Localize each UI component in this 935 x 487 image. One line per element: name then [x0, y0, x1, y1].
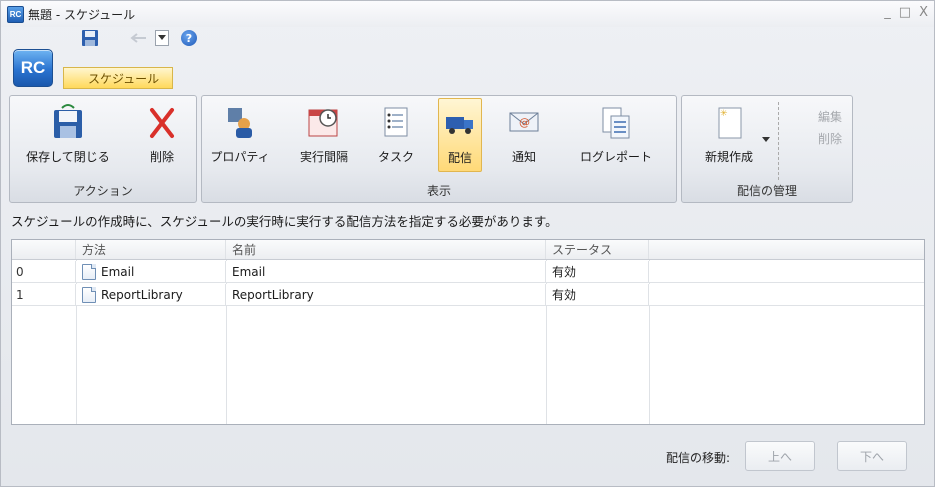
log-report-icon	[598, 104, 634, 140]
group-action-label: アクション	[73, 184, 133, 198]
group-manage-label: 配信の管理	[736, 184, 797, 198]
edit-label: 編集	[817, 109, 842, 124]
row-index: 0	[12, 261, 76, 282]
new-delivery-button[interactable]: ✳ 新規作成	[696, 102, 762, 172]
delivery-truck-icon	[442, 105, 478, 141]
task-list-icon	[378, 104, 414, 140]
log-report-label: ログレポート	[579, 150, 652, 164]
svg-text:✳: ✳	[720, 109, 728, 119]
help-icon[interactable]: ?	[181, 30, 197, 46]
maximize-button[interactable]: □	[899, 5, 911, 20]
quick-access-bar: RC ? スケジュール	[1, 27, 934, 91]
move-delivery-label: 配信の移動:	[666, 451, 731, 465]
group-view: プロパティ 実行間隔 タスク 配信 @ 通知 ログレポート 表示	[201, 95, 677, 203]
remove-delivery-button[interactable]: 削除	[792, 128, 842, 148]
header-name[interactable]: 名前	[226, 240, 546, 259]
delete-x-icon	[144, 104, 180, 140]
log-report-button[interactable]: ログレポート	[568, 102, 664, 172]
table-row[interactable]: 0 Email Email 有効	[12, 261, 924, 283]
document-icon	[82, 286, 96, 303]
delete-label: 削除	[149, 150, 174, 164]
table-row[interactable]: 1 ReportLibrary ReportLibrary 有効	[12, 284, 924, 306]
table-header: 方法 名前 ステータス	[12, 240, 924, 260]
interval-label: 実行間隔	[299, 150, 348, 164]
title-bar: RC 無題 - スケジュール _ □ X	[1, 1, 934, 27]
interval-button[interactable]: 実行間隔	[294, 102, 354, 172]
row-status: 有効	[546, 261, 649, 282]
remove-label: 削除	[817, 131, 842, 146]
move-down-button[interactable]: 下へ	[837, 441, 907, 471]
notify-label: 通知	[511, 150, 536, 164]
delivery-button[interactable]: 配信	[438, 98, 482, 172]
row-index: 1	[12, 284, 76, 305]
app-menu-button[interactable]: RC	[13, 49, 53, 87]
tab-schedule[interactable]: スケジュール	[63, 67, 173, 89]
schedule-window: RC 無題 - スケジュール _ □ X RC ? スケジュール 保存して閉じる…	[0, 0, 935, 487]
group-manage: ✳ 新規作成 編集 削除 配信の管理	[681, 95, 853, 203]
row-name: Email	[226, 261, 546, 282]
delivery-description: スケジュールの作成時に、スケジュールの実行時に実行する配信方法を指定する必要があ…	[11, 214, 558, 229]
window-title: 無題 - スケジュール	[28, 7, 136, 22]
row-method: Email	[76, 261, 226, 282]
group-action: 保存して閉じる 削除 アクション	[9, 95, 197, 203]
new-document-icon: ✳	[711, 104, 747, 140]
row-method-text: ReportLibrary	[101, 287, 183, 302]
properties-button[interactable]: プロパティ	[208, 102, 272, 172]
row-filler	[649, 261, 924, 282]
row-filler	[649, 284, 924, 305]
ribbon: 保存して閉じる 削除 アクション プロパティ 実行間隔 タスク 配信 @ 通知 …	[9, 95, 927, 205]
calendar-clock-icon	[306, 104, 342, 140]
header-index	[12, 240, 76, 259]
close-button[interactable]: X	[919, 5, 928, 20]
header-filler	[649, 240, 924, 259]
minimize-button[interactable]: _	[884, 5, 891, 20]
quick-access-dropdown[interactable]	[155, 30, 169, 46]
notify-button[interactable]: @ 通知	[502, 102, 546, 172]
header-method[interactable]: 方法	[76, 240, 226, 259]
row-method: ReportLibrary	[76, 284, 226, 305]
row-method-text: Email	[101, 264, 135, 279]
new-delivery-label: 新規作成	[704, 150, 753, 164]
group-view-label: 表示	[426, 184, 451, 198]
task-button[interactable]: タスク	[372, 102, 420, 172]
row-status: 有効	[546, 284, 649, 305]
save-and-close-label: 保存して閉じる	[26, 150, 110, 164]
manage-separator	[778, 102, 779, 180]
move-up-button[interactable]: 上へ	[745, 441, 815, 471]
delete-schedule-button[interactable]: 削除	[142, 102, 182, 172]
properties-icon	[222, 104, 258, 140]
document-icon	[82, 263, 96, 280]
svg-text:@: @	[519, 116, 530, 129]
properties-label: プロパティ	[210, 150, 270, 164]
row-name: ReportLibrary	[226, 284, 546, 305]
task-label: タスク	[377, 150, 414, 164]
delivery-label: 配信	[447, 151, 472, 165]
window-controls: _ □ X	[884, 5, 928, 20]
edit-delivery-button[interactable]: 編集	[792, 106, 842, 126]
save-icon[interactable]	[81, 29, 99, 47]
save-close-icon	[50, 104, 86, 140]
undo-icon[interactable]	[129, 31, 151, 45]
header-status[interactable]: ステータス	[546, 240, 649, 259]
save-and-close-button[interactable]: 保存して閉じる	[14, 102, 122, 172]
app-icon: RC	[7, 5, 24, 23]
email-notify-icon: @	[506, 104, 542, 140]
delivery-table: 方法 名前 ステータス 0 Email Email 有効 1 ReportLib…	[11, 239, 925, 425]
new-dropdown-arrow-icon[interactable]	[762, 132, 770, 142]
